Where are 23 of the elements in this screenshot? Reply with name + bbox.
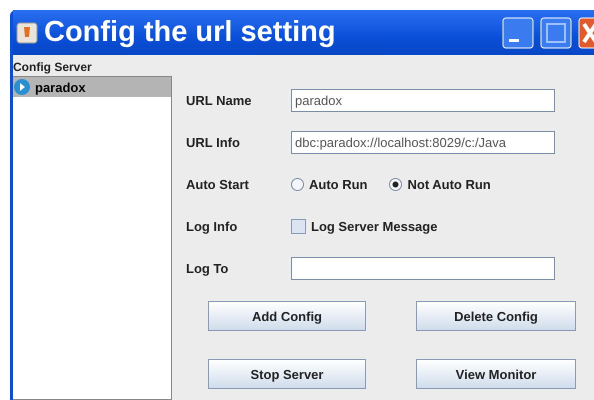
tree-title: Config Server	[13, 59, 93, 76]
text-field[interactable]: paradox	[291, 88, 555, 112]
minimize-button[interactable]	[502, 16, 534, 48]
field-label: URL Info	[186, 134, 241, 150]
action-button[interactable]: Stop Server	[208, 359, 366, 389]
action-button[interactable]: View Monitor	[416, 359, 576, 389]
app-icon	[16, 22, 38, 44]
action-button[interactable]: Delete Config	[416, 301, 576, 331]
radio-option[interactable]: Auto Run	[291, 176, 368, 192]
field-label: URL Name	[186, 92, 253, 108]
window-title: Config the url setting	[44, 16, 337, 49]
node-icon	[13, 78, 31, 96]
maximize-button[interactable]	[540, 16, 572, 48]
action-button[interactable]: Add Config	[208, 301, 366, 331]
radio-option[interactable]: Not Auto Run	[389, 176, 491, 192]
tree-item[interactable]: paradox	[13, 77, 171, 97]
close-button[interactable]	[578, 16, 594, 48]
text-field[interactable]: dbc:paradox://localhost:8029/c:/Java	[291, 130, 555, 154]
field-label: Log To	[186, 260, 230, 276]
field-label: Log Info	[186, 218, 238, 234]
text-field[interactable]	[291, 256, 555, 280]
field-label: Auto Start	[186, 176, 250, 192]
checkbox-option[interactable]: Log Server Message	[291, 218, 438, 234]
